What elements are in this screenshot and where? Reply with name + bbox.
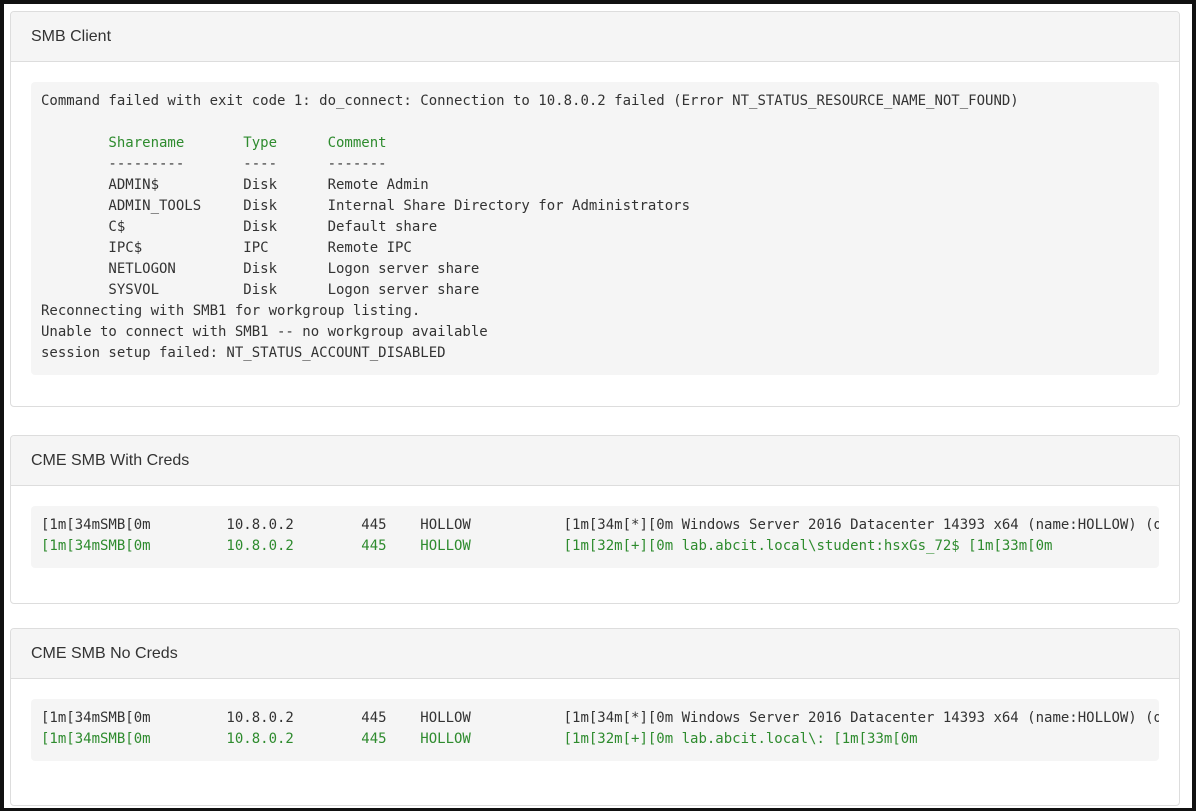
output-line: --------- ---- ------- xyxy=(41,156,387,172)
output-line: Unable to connect with SMB1 -- no workgr… xyxy=(41,324,488,340)
output-block: [1m[34mSMB[0m 10.8.0.2 445 HOLLOW [1m[34… xyxy=(31,506,1159,568)
output-line: [1m[34mSMB[0m 10.8.0.2 445 HOLLOW [1m[32… xyxy=(41,731,918,747)
panel-body: Command failed with exit code 1: do_conn… xyxy=(11,62,1179,375)
output-line: ADMIN_TOOLS Disk Internal Share Director… xyxy=(41,198,691,214)
page-frame: SMB Client Command failed with exit code… xyxy=(0,0,1196,811)
output-line: [1m[34mSMB[0m 10.8.0.2 445 HOLLOW [1m[32… xyxy=(41,538,1053,554)
output-line: session setup failed: NT_STATUS_ACCOUNT_… xyxy=(41,345,446,361)
panel-body: [1m[34mSMB[0m 10.8.0.2 445 HOLLOW [1m[34… xyxy=(11,679,1179,761)
output-line: C$ Disk Default share xyxy=(41,219,438,235)
panel-cme-smb-no-creds: CME SMB No Creds [1m[34mSMB[0m 10.8.0.2 … xyxy=(10,628,1180,806)
output-line: ADMIN$ Disk Remote Admin xyxy=(41,177,429,193)
output-line: [1m[34mSMB[0m 10.8.0.2 445 HOLLOW [1m[34… xyxy=(41,517,1159,533)
output-block: Command failed with exit code 1: do_conn… xyxy=(31,82,1159,375)
panel-title: CME SMB With Creds xyxy=(11,436,1179,486)
output-line: NETLOGON Disk Logon server share xyxy=(41,261,480,277)
output-line: Sharename Type Comment xyxy=(41,135,387,151)
panel-smb-client: SMB Client Command failed with exit code… xyxy=(10,11,1180,407)
output-line: IPC$ IPC Remote IPC xyxy=(41,240,412,256)
panel-title: CME SMB No Creds xyxy=(11,629,1179,679)
output-line: SYSVOL Disk Logon server share xyxy=(41,282,480,298)
panel-body: [1m[34mSMB[0m 10.8.0.2 445 HOLLOW [1m[34… xyxy=(11,486,1179,568)
output-line: Command failed with exit code 1: do_conn… xyxy=(41,93,1019,109)
output-line: [1m[34mSMB[0m 10.8.0.2 445 HOLLOW [1m[34… xyxy=(41,710,1159,726)
panel-title: SMB Client xyxy=(11,12,1179,62)
output-line: Reconnecting with SMB1 for workgroup lis… xyxy=(41,303,421,319)
panel-cme-smb-with-creds: CME SMB With Creds [1m[34mSMB[0m 10.8.0.… xyxy=(10,435,1180,604)
output-block: [1m[34mSMB[0m 10.8.0.2 445 HOLLOW [1m[34… xyxy=(31,699,1159,761)
